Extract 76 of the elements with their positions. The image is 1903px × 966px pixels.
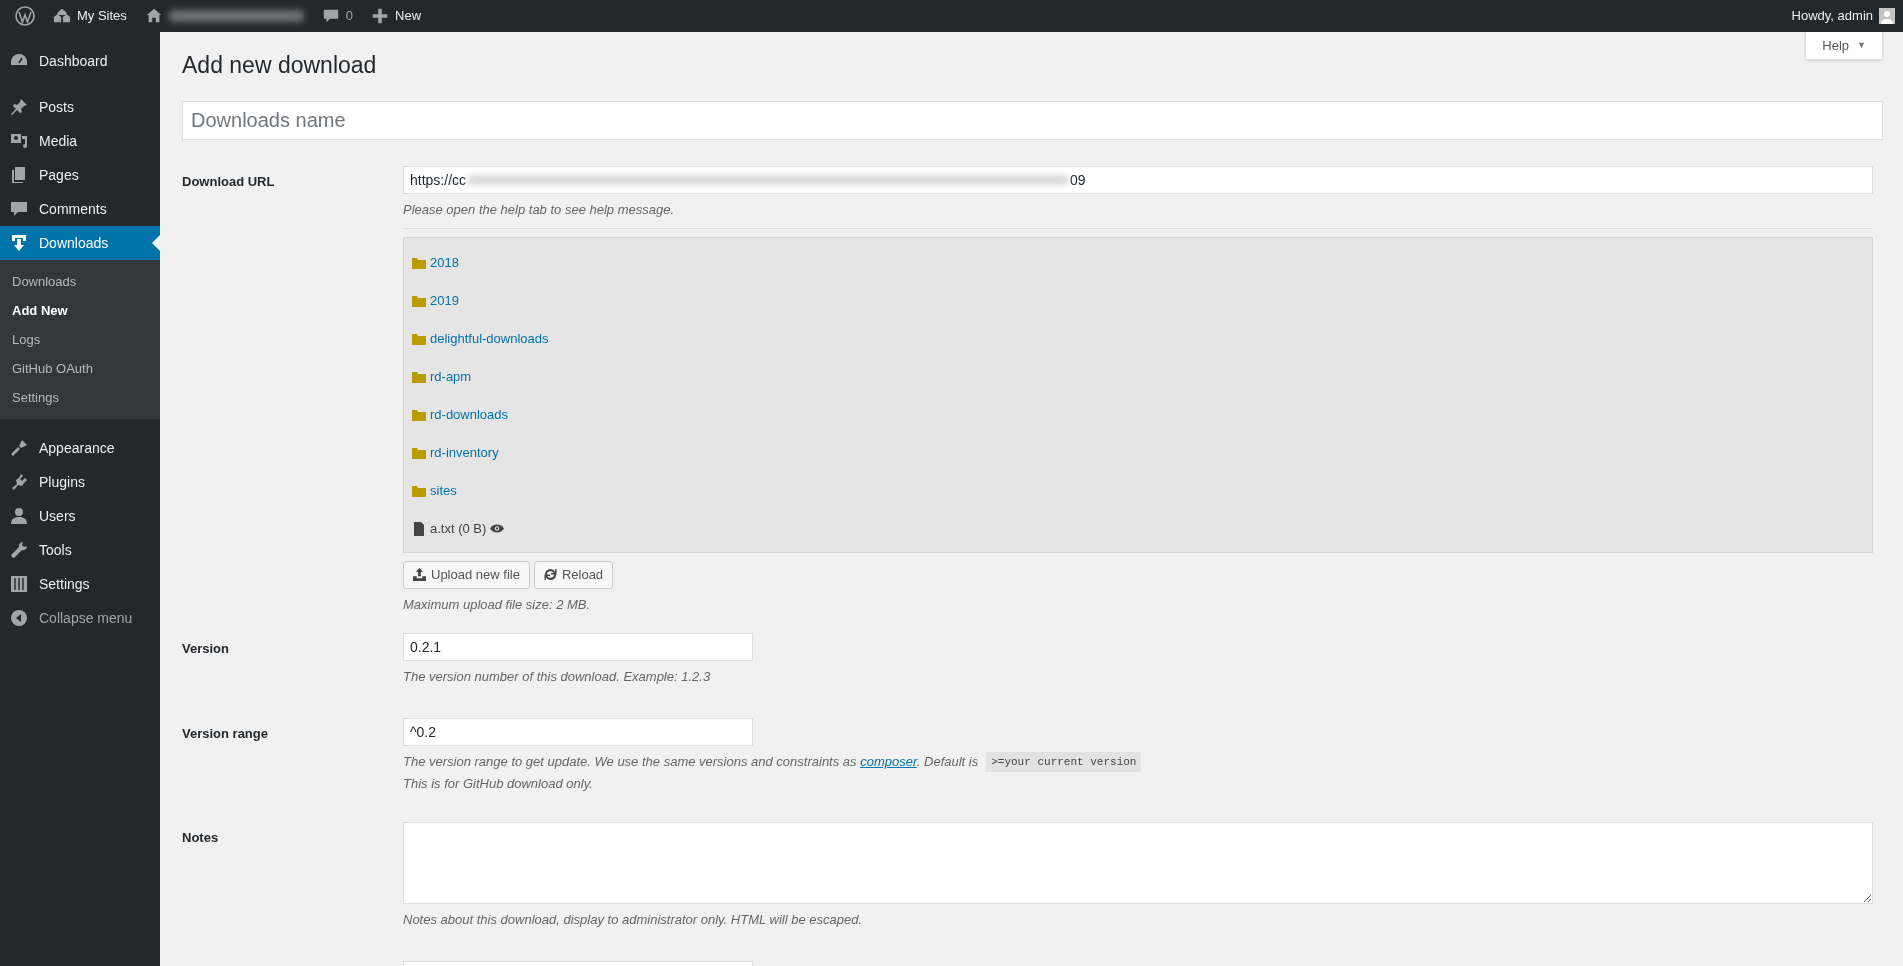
pin-icon (9, 97, 29, 117)
help-text: Please open the help tab to see help message. (403, 201, 676, 219)
upload-icon (413, 568, 426, 581)
submenu-item[interactable]: GitHub OAuth (0, 354, 160, 383)
home-icon (144, 7, 163, 25)
page-title: Add new download (182, 51, 377, 80)
help-text: Maximum upload file size: 2 MB. (403, 595, 592, 614)
folder-icon (412, 445, 426, 460)
wrench-icon (9, 540, 29, 560)
help-text: The version range to get update. We use the same versions and constraints as composer. Default is (403, 753, 979, 771)
folder-link[interactable]: 2019 (430, 290, 459, 311)
sliders-icon (9, 574, 29, 594)
user-icon (9, 506, 29, 526)
folder-link[interactable]: delightful-downloads (430, 328, 549, 349)
wordpress-logo-icon (15, 6, 35, 26)
sidebar-item[interactable]: Dashboard (0, 44, 160, 78)
eye-icon[interactable] (490, 524, 505, 533)
sidebar-item[interactable]: Collapse menu (0, 601, 160, 635)
folder-link[interactable]: rd-apm (430, 366, 472, 387)
help-text: This is for GitHub download only. (403, 775, 594, 793)
help-text: Notes about this download, display to administrator only. HTML will be escaped. (403, 910, 864, 929)
sidebar-item[interactable]: Downloads (0, 226, 160, 260)
sidebar-item[interactable]: Pages (0, 158, 160, 192)
admin-bar-link[interactable]: My Sites (46, 0, 134, 32)
reload-button[interactable]: Reload (533, 560, 614, 589)
code-snippet: >=your current version (986, 751, 1142, 772)
sidebar-item[interactable]: Tools (0, 533, 160, 567)
help-tab[interactable]: Help ▼ (1805, 32, 1883, 60)
sidebar-item[interactable]: Media (0, 124, 160, 158)
admin-bar-link[interactable]: New (364, 0, 429, 32)
menu-pointer (152, 235, 160, 251)
field-label: Version range (182, 725, 268, 741)
file-name: a.txt (0 B) (430, 519, 487, 538)
submenu-item[interactable]: Downloads (0, 267, 160, 296)
folder-link[interactable]: rd-downloads (430, 404, 509, 425)
speech-bubble-icon (9, 199, 29, 219)
download-icon (9, 233, 29, 253)
folder-icon (412, 483, 426, 498)
sidebar-item[interactable]: Plugins (0, 465, 160, 499)
account-menu[interactable]: Howdy, admin (1791, 6, 1895, 26)
folder-link[interactable]: 2018 (430, 252, 459, 273)
folder-link[interactable]: rd-inventory (430, 442, 499, 463)
folder-icon (412, 255, 426, 270)
text-field[interactable]: 0.2.1 (403, 633, 753, 661)
folder-icon (412, 407, 426, 422)
composer-link[interactable]: composer (860, 754, 917, 769)
sidebar-item[interactable]: Users (0, 499, 160, 533)
field-label: Version (182, 641, 229, 656)
upload-button[interactable]: Upload new file (403, 560, 530, 589)
submenu-item[interactable]: Settings (0, 383, 160, 412)
houses-icon (53, 7, 71, 25)
reload-icon (543, 568, 557, 581)
folder-icon (412, 293, 426, 308)
plus-icon (371, 7, 390, 25)
help-text: The version number of this download. Example: 1.2.3 (403, 668, 712, 686)
sidebar-item[interactable]: Appearance (0, 431, 160, 465)
folder-icon (412, 369, 426, 384)
sidebar-item[interactable]: Settings (0, 567, 160, 601)
submenu-item[interactable]: Logs (0, 325, 160, 354)
sidebar-item[interactable]: Posts (0, 90, 160, 124)
collapse-icon (9, 608, 29, 628)
brush-icon (9, 438, 29, 458)
admin-bar-link[interactable]: 0 (314, 0, 361, 32)
text-field[interactable]: ^0.2 (403, 717, 753, 746)
folder-icon (412, 331, 426, 346)
avatar-icon (1879, 8, 1895, 24)
notes-field[interactable] (403, 821, 1873, 904)
sidebar-item[interactable]: Comments (0, 192, 160, 226)
url-field[interactable]: https://cc 09 (403, 166, 1873, 194)
field-label: Download URL (182, 174, 275, 189)
title-field[interactable]: Downloads name (182, 101, 1883, 140)
media-icon (9, 131, 29, 151)
folder-link[interactable]: sites (430, 480, 457, 501)
submenu-item[interactable]: Add New (0, 296, 160, 325)
file-icon (412, 521, 426, 536)
field-label: Notes (182, 829, 219, 845)
